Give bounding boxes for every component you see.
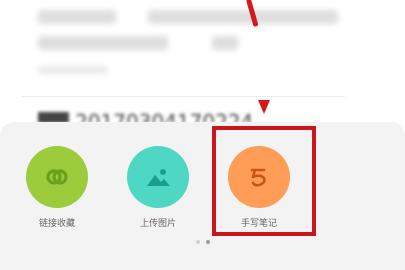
upload-image-circle (127, 146, 189, 208)
page-dot[interactable] (196, 240, 200, 244)
upload-image-label: 上传图片 (139, 219, 176, 229)
annotation-highlight-box (212, 126, 316, 236)
blurred-date-line (38, 66, 108, 74)
blurred-text-line (38, 36, 168, 50)
link-collect-label: 链接收藏 (38, 219, 75, 229)
upload-image-button[interactable]: 上传图片 (113, 146, 203, 230)
blurred-text-line (38, 10, 116, 24)
divider (22, 96, 345, 97)
page-dot-active[interactable] (206, 240, 210, 244)
image-icon (147, 169, 170, 186)
blurred-text-line (148, 10, 338, 24)
note-content-area: ██ 20170304170224 (0, 0, 405, 123)
annotation-arrow-head (258, 100, 270, 114)
page-indicator (196, 240, 210, 244)
link-collect-circle (26, 146, 88, 208)
link-collect-button[interactable]: 链接收藏 (12, 146, 102, 230)
link-icon (46, 169, 68, 185)
blurred-text-line (212, 36, 238, 50)
add-content-sheet: 链接收藏 上传图片 手写笔记 (0, 122, 405, 270)
